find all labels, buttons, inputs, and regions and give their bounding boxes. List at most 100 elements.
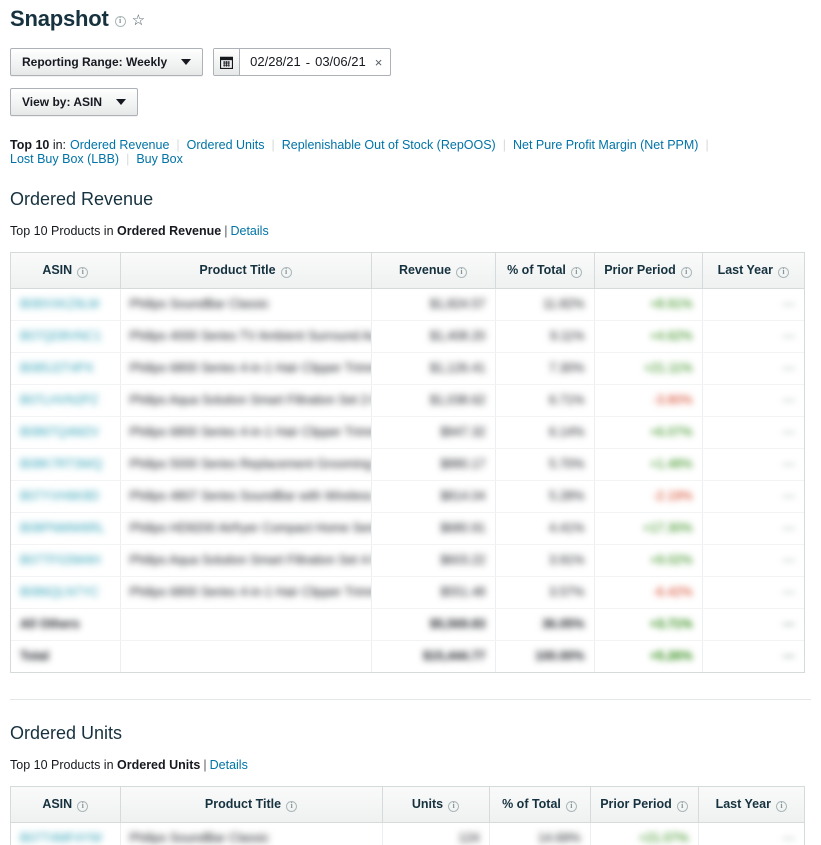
asin-value[interactable]: B086TQ4M2V: [20, 425, 99, 439]
cell-pct-total: 6.14%: [495, 416, 594, 448]
pct-total-value: 3.57%: [549, 585, 584, 599]
info-icon[interactable]: i: [281, 267, 292, 278]
product-title-value: Philips 6800 Series 4-in-1 Hair Clipper …: [130, 585, 372, 599]
prior-period-value: +21.11%: [644, 361, 693, 375]
info-icon[interactable]: i: [448, 801, 459, 812]
info-icon[interactable]: i: [456, 267, 467, 278]
title-info-icon[interactable]: i: [115, 16, 126, 27]
cell-prior-period: -2.19%: [594, 480, 702, 512]
asin-value[interactable]: B07T4MF4YW: [20, 831, 102, 845]
section-ordered-revenue: Ordered Revenue Top 10 Products in Order…: [10, 188, 811, 673]
col-header-last-year[interactable]: Last Yeari: [698, 787, 804, 822]
section-divider: [10, 699, 811, 700]
info-icon[interactable]: i: [681, 267, 692, 278]
asin-value[interactable]: B07TFG5M4H: [20, 553, 101, 567]
top-link-ordered-units[interactable]: Ordered Units: [187, 138, 265, 152]
metric-value: 124: [459, 831, 480, 845]
favorite-star-icon[interactable]: ☆: [132, 11, 145, 29]
top-link-repoos[interactable]: Replenishable Out of Stock (RepOOS): [282, 138, 496, 152]
cell-pct-total: 3.91%: [495, 544, 594, 576]
date-end-input[interactable]: 03/06/21: [315, 54, 366, 70]
reporting-range-dropdown[interactable]: Reporting Range: Weekly: [10, 48, 203, 76]
cell-asin[interactable]: B07YVH6K8D: [11, 480, 120, 512]
info-icon[interactable]: i: [778, 267, 789, 278]
col-header-units[interactable]: Unitsi: [382, 787, 489, 822]
asin-value[interactable]: B07QD8VNC1: [20, 329, 101, 343]
cell-pct-total: 9.11%: [495, 320, 594, 352]
col-header-product-title[interactable]: Product Titlei: [120, 787, 382, 822]
page-header: Snapshot i ☆: [10, 0, 811, 34]
last-year-value: —: [783, 297, 796, 311]
info-icon[interactable]: i: [77, 267, 88, 278]
cell-asin[interactable]: B085J2T4PX: [11, 352, 120, 384]
view-by-label: View by: ASIN: [22, 95, 102, 109]
asin-value[interactable]: B08PNMW6RL: [20, 521, 105, 535]
cell-product-title: Philips 6800 Series 4-in-1 Hair Clipper …: [120, 416, 371, 448]
calendar-icon[interactable]: [214, 49, 240, 75]
cell-prior-period: +6.07%: [594, 416, 702, 448]
col-header-pct-total[interactable]: % of Totali: [489, 787, 590, 822]
prior-period-value: -6.42%: [653, 585, 693, 599]
cell-asin[interactable]: B07TFG5M4H: [11, 544, 120, 576]
details-link[interactable]: Details: [230, 224, 268, 238]
cell-asin[interactable]: B07QD8VNC1: [11, 320, 120, 352]
metric-value: $680.91: [440, 521, 485, 535]
cell-pct-total: 5.70%: [495, 448, 594, 480]
table-row: B086QLN7YC Philips 6800 Series 4-in-1 Hai…: [11, 576, 804, 608]
metric-value: $1,408.20: [430, 329, 486, 343]
info-icon[interactable]: i: [776, 801, 787, 812]
col-header-pct-total[interactable]: % of Totali: [495, 253, 594, 288]
details-link[interactable]: Details: [210, 758, 248, 772]
cell-last-year: —: [702, 544, 804, 576]
asin-value[interactable]: B07YVH6K8D: [20, 489, 99, 503]
cell-product-title: Philips 6800 Series 4-in-1 Hair Clipper …: [120, 576, 371, 608]
cell-asin[interactable]: B08K7RT3WQ: [11, 448, 120, 480]
col-header-prior-period[interactable]: Prior Periodi: [590, 787, 698, 822]
info-icon[interactable]: i: [286, 801, 297, 812]
table-row: B085J2T4PXPhilips 6800 Series 4-in-1 Hai…: [11, 352, 804, 384]
section-subtitle: Top 10 Products in Ordered Units|Details: [10, 758, 811, 772]
cell-asin[interactable]: B07LHVN2PZ: [11, 384, 120, 416]
cell-last-year: —: [702, 576, 804, 608]
prior-period-value: +6.07%: [650, 425, 693, 439]
date-range-fields[interactable]: 02/28/21 - 03/06/21 ×: [240, 49, 390, 75]
asin-value: Total: [20, 649, 49, 663]
cell-asin[interactable]: B07T4MF4YW: [11, 822, 120, 845]
info-icon[interactable]: i: [566, 801, 577, 812]
col-header-asin[interactable]: ASINi: [11, 253, 120, 288]
col-header-last-year[interactable]: Last Yeari: [702, 253, 804, 288]
table-row: B07T4MF4YWPhilips SoundBar Classic12414.…: [11, 822, 804, 845]
info-icon[interactable]: i: [571, 267, 582, 278]
info-icon[interactable]: i: [677, 801, 688, 812]
last-year-value: —: [783, 831, 796, 845]
col-header-revenue[interactable]: Revenuei: [371, 253, 495, 288]
date-range-separator: -: [306, 55, 310, 70]
asin-value[interactable]: B08K7RT3WQ: [20, 457, 102, 471]
view-by-dropdown[interactable]: View by: ASIN: [10, 88, 138, 116]
cell-asin[interactable]: B08XXKZ9LM: [11, 288, 120, 320]
asin-value[interactable]: B08XXKZ9LM: [20, 297, 99, 311]
asin-value[interactable]: B085J2T4PX: [20, 361, 94, 375]
top-link-net-ppm[interactable]: Net Pure Profit Margin (Net PPM): [513, 138, 698, 152]
cell-asin: All Others: [11, 608, 120, 640]
cell-asin[interactable]: B086TQ4M2V: [11, 416, 120, 448]
cell-metric-value: $680.91: [371, 512, 495, 544]
asin-value[interactable]: B07LHVN2PZ: [20, 393, 99, 407]
cell-prior-period: +5.26%: [594, 640, 702, 672]
date-range-picker[interactable]: 02/28/21 - 03/06/21 ×: [213, 48, 391, 76]
col-header-asin[interactable]: ASINi: [11, 787, 120, 822]
asin-value[interactable]: B086QLN7YC: [20, 585, 99, 599]
top-link-lost-buy-box[interactable]: Lost Buy Box (LBB): [10, 152, 119, 166]
info-icon[interactable]: i: [77, 801, 88, 812]
col-header-prior-period[interactable]: Prior Periodi: [594, 253, 702, 288]
cell-asin[interactable]: B08PNMW6RL: [11, 512, 120, 544]
date-start-input[interactable]: 02/28/21: [250, 54, 301, 70]
cell-metric-value: $551.48: [371, 576, 495, 608]
col-header-product-title[interactable]: Product Titlei: [120, 253, 371, 288]
last-year-value: —: [783, 393, 796, 407]
table-body: B07T4MF4YWPhilips SoundBar Classic12414.…: [11, 822, 804, 845]
top-link-buy-box[interactable]: Buy Box: [136, 152, 183, 166]
cell-asin[interactable]: B086QLN7YC: [11, 576, 120, 608]
top-link-ordered-revenue[interactable]: Ordered Revenue: [70, 138, 169, 152]
clear-date-range-icon[interactable]: ×: [375, 55, 383, 70]
